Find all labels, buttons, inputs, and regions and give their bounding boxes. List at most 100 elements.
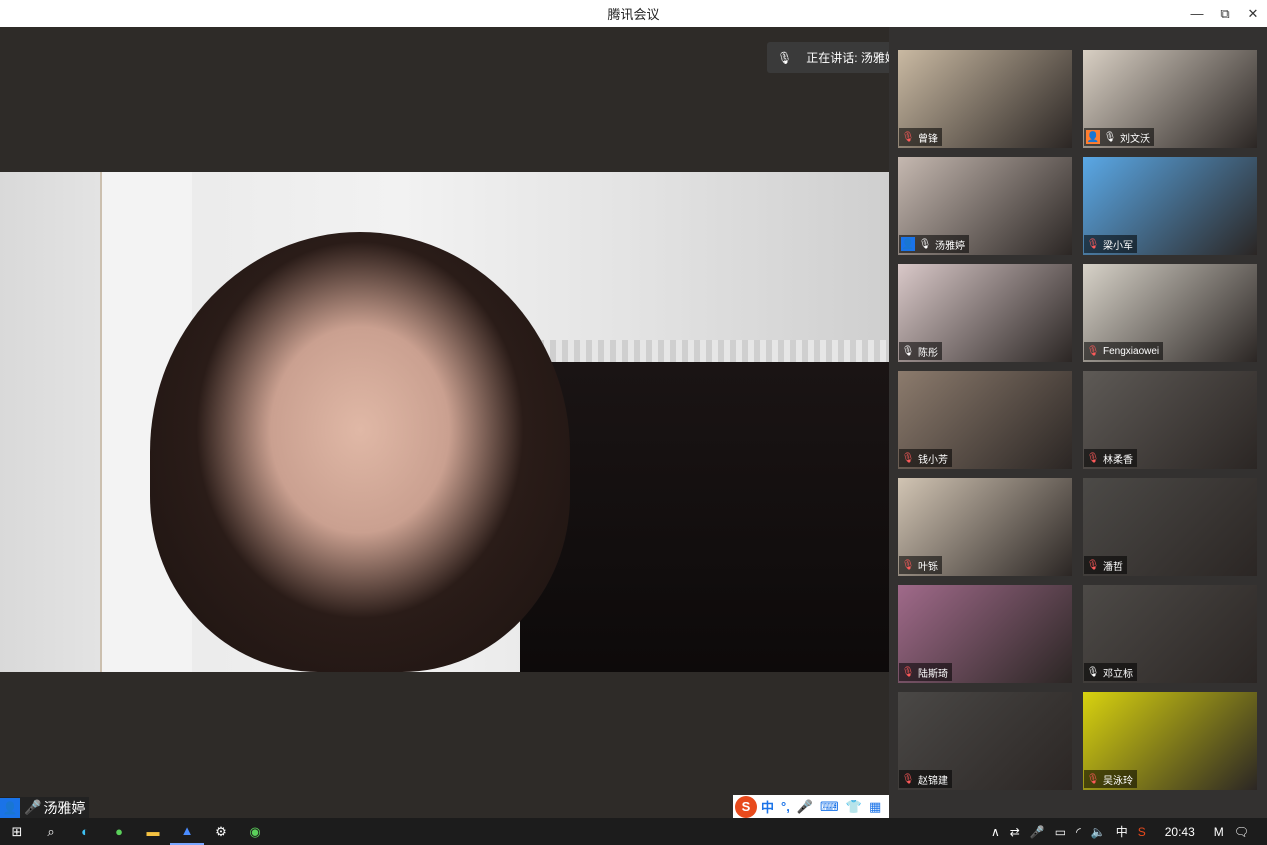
close-icon[interactable]: ✕ [1239, 0, 1267, 27]
restore-icon[interactable]: ⧉ [1211, 0, 1239, 27]
microphone-muted-icon: 🎙 [1086, 559, 1100, 571]
microphone-icon: 🎙 [1086, 666, 1100, 678]
microphone-icon: 🎙 [1103, 131, 1117, 143]
participant-tile[interactable]: 🎙 Fengxiaowei [1083, 264, 1257, 362]
main-video-area[interactable] [0, 27, 889, 818]
speaker-person [150, 232, 570, 672]
participant-tile[interactable]: 👤 🎙 刘文沃 [1083, 50, 1257, 148]
edge-icon[interactable]: ◐ [68, 818, 102, 845]
participant-name: 吴泳玲 [1103, 775, 1133, 787]
sogou-logo-icon[interactable]: S [735, 795, 757, 818]
settings-icon[interactable]: ⚙ [204, 818, 238, 845]
ime-keyboard-icon[interactable]: ⌨ [820, 799, 839, 815]
participant-tile[interactable]: 🎙 梁小军 [1083, 157, 1257, 255]
participant-name: 刘文沃 [1120, 133, 1150, 145]
notification-icon[interactable]: 🗨 [1234, 825, 1249, 839]
host-user-icon: 👤 [0, 797, 20, 818]
title-bar: 腾讯会议 — ⧉ ✕ [0, 0, 1267, 27]
wechat-icon[interactable]: ◉ [238, 818, 272, 845]
microphone-icon: 🎙 [901, 345, 915, 357]
ime-punct[interactable]: °, [781, 799, 790, 814]
participant-name: 叶铄 [918, 561, 938, 573]
tray-mic-icon[interactable]: 🎤 [1030, 825, 1045, 839]
tray-app-icon[interactable]: M [1214, 825, 1224, 839]
participant-label: 🎙 曾锋 [899, 128, 942, 146]
tencent-meeting-icon[interactable]: ▲ [170, 818, 204, 845]
participant-name: 陈彤 [918, 347, 938, 359]
search-icon[interactable]: ⌕ [34, 818, 68, 845]
sogou-tray-icon[interactable]: S [1138, 825, 1146, 839]
participant-label: 👤 🎙 刘文沃 [1084, 128, 1154, 146]
host-icon: 👤 [901, 237, 915, 251]
speaker-video[interactable] [0, 172, 889, 672]
participant-tile[interactable]: 🎙 曾锋 [898, 50, 1072, 148]
participant-label: 🎙 陆斯琦 [899, 663, 952, 681]
tray-ime-lang[interactable]: 中 [1116, 823, 1128, 840]
participant-tile[interactable]: 🎙 钱小芳 [898, 371, 1072, 469]
speaking-text: 正在讲话: 汤雅婷; [806, 51, 901, 65]
self-name-label: 👤 🎤 汤雅婷 [0, 797, 90, 818]
participant-name: 林柔香 [1103, 454, 1133, 466]
participant-label: 🎙 邓立标 [1084, 663, 1137, 681]
microphone-muted-icon: 🎙 [1086, 345, 1100, 357]
participant-tile[interactable]: 🎙 叶铄 [898, 478, 1072, 576]
participant-label: 🎙 赵锦建 [899, 770, 952, 788]
participant-label: 🎙 陈彤 [899, 342, 942, 360]
ime-lang[interactable]: 中 [761, 797, 774, 816]
participant-name: 赵锦建 [918, 775, 948, 787]
microphone-muted-icon: 🎙 [1086, 773, 1100, 785]
ime-apps-icon[interactable]: ▦ [869, 799, 881, 815]
participant-name: 潘哲 [1103, 561, 1123, 573]
participant-tile[interactable]: 🎙 潘哲 [1083, 478, 1257, 576]
ime-toolbar[interactable]: S 中 °, 🎤 ⌨ 👕 ▦ [733, 795, 889, 818]
system-tray: ∧ ⇄ 🎤 ▭ ◜ 🔈 中 S 20:43 M 🗨 [986, 818, 1267, 845]
participant-tile[interactable]: 🎙 吴泳玲 [1083, 692, 1257, 790]
participant-name: 邓立标 [1103, 668, 1133, 680]
participant-label: 🎙 叶铄 [899, 556, 942, 574]
microphone-muted-icon: 🎙 [901, 773, 915, 785]
background-piano [520, 362, 889, 672]
battery-icon[interactable]: ▭ [1055, 825, 1066, 839]
participant-name: 汤雅婷 [935, 240, 965, 252]
participant-grid: 🎙 曾锋 👤 🎙 刘文沃 👤 🎙 汤雅婷 🎙 梁小军 🎙 陈彤 🎙 Fengxiaowei 🎙 钱小芳 🎙 林柔香… [889, 27, 1267, 818]
participant-tile[interactable]: 🎙 陆斯琦 [898, 585, 1072, 683]
participant-name: 陆斯琦 [918, 668, 948, 680]
participant-label: 🎙 林柔香 [1084, 449, 1137, 467]
minimize-icon[interactable]: — [1183, 0, 1211, 27]
participant-label: 🎙 潘哲 [1084, 556, 1127, 574]
participant-tile[interactable]: 🎙 邓立标 [1083, 585, 1257, 683]
microphone-muted-icon: 🎙 [1086, 238, 1100, 250]
self-name: 汤雅婷 [43, 799, 86, 816]
window-controls: — ⧉ ✕ [1183, 0, 1267, 27]
participant-name: 梁小军 [1103, 240, 1133, 252]
participant-tile[interactable]: 🎙 赵锦建 [898, 692, 1072, 790]
microphone-muted-icon: 🎙 [901, 131, 915, 143]
windows-start-icon[interactable]: ⊞ [0, 818, 34, 845]
microphone-muted-icon: 🎙 [1086, 452, 1100, 464]
microphone-muted-icon: 🎙 [901, 452, 915, 464]
participant-label: 🎙 梁小军 [1084, 235, 1137, 253]
participant-name: 曾锋 [918, 133, 938, 145]
participant-name: Fengxiaowei [1103, 345, 1160, 357]
microphone-icon: 🎙 [918, 238, 932, 250]
volume-icon[interactable]: 🔈 [1091, 825, 1106, 839]
microphone-muted-icon: 🎙 [901, 559, 915, 571]
window-title: 腾讯会议 [607, 7, 660, 22]
microphone-muted-icon: 🎙 [777, 50, 793, 65]
network-share-icon[interactable]: ⇄ [1010, 825, 1020, 839]
clock[interactable]: 20:43 [1165, 825, 1195, 839]
cohost-icon: 👤 [1086, 130, 1100, 144]
participant-label: 🎙 钱小芳 [899, 449, 952, 467]
wifi-icon[interactable]: ◜ [1076, 825, 1081, 839]
ime-skin-icon[interactable]: 👕 [846, 799, 862, 815]
ime-voice-icon[interactable]: 🎤 [797, 799, 813, 815]
participant-label: 🎙 Fengxiaowei [1084, 342, 1164, 360]
file-explorer-icon[interactable]: ▬ [136, 818, 170, 845]
participant-tile[interactable]: 🎙 陈彤 [898, 264, 1072, 362]
app-green-icon[interactable]: ● [102, 818, 136, 845]
participant-label: 🎙 吴泳玲 [1084, 770, 1137, 788]
participant-tile[interactable]: 👤 🎙 汤雅婷 [898, 157, 1072, 255]
tray-expand-icon[interactable]: ∧ [991, 825, 1000, 839]
participant-tile[interactable]: 🎙 林柔香 [1083, 371, 1257, 469]
windows-taskbar: ⊞ ⌕ ◐ ● ▬ ▲ ⚙ ◉ ∧ ⇄ 🎤 ▭ ◜ 🔈 中 S 20:43 M … [0, 818, 1267, 845]
